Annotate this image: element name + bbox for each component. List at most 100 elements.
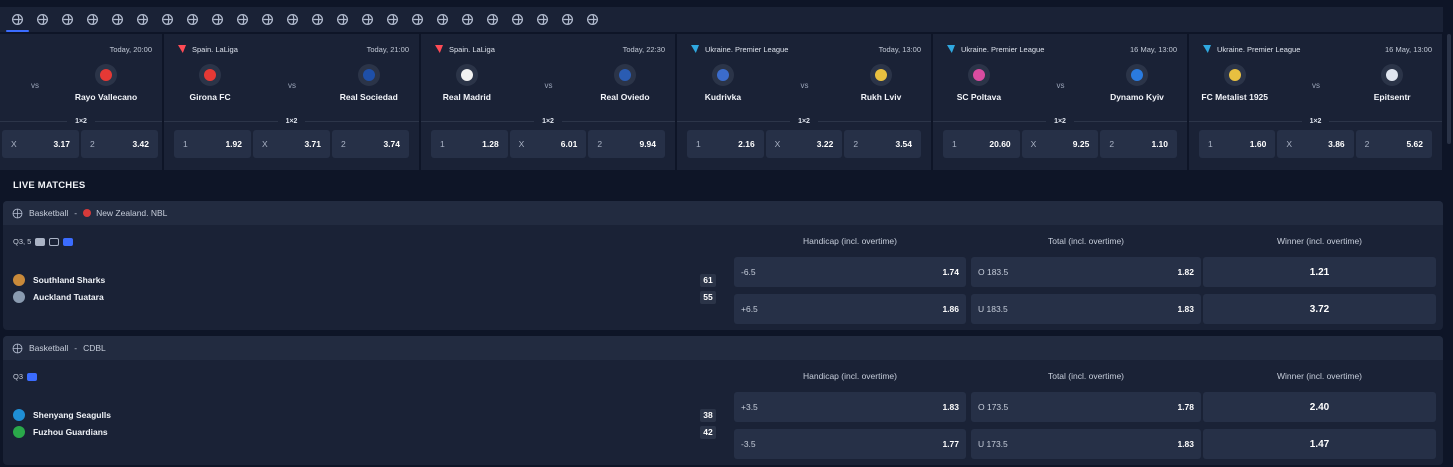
basketball-icon	[12, 208, 23, 218]
sport-name: Basketball	[29, 208, 69, 218]
odds-button[interactable]: 1 1.28	[431, 130, 508, 158]
odds-button[interactable]: 2 9.94	[588, 130, 666, 158]
top-match-card[interactable]: Ukraine. Premier League 16 May, 13:00 SC P…	[933, 34, 1188, 170]
top-match-card[interactable]: Ukraine. Premier League Today, 13:00 Kudri…	[677, 34, 932, 170]
badminton-icon[interactable]	[255, 7, 280, 32]
winner-odds-button[interactable]: 1.21	[1203, 257, 1436, 287]
tennis-icon[interactable]	[55, 7, 80, 32]
top-match-card[interactable]: Ukraine. Premier League 16 May, 13:00 FC M…	[1189, 34, 1443, 170]
baseball-icon[interactable]	[130, 7, 155, 32]
match-date: Today, 22:30	[622, 44, 665, 54]
esports-icon[interactable]	[480, 7, 505, 32]
winner-odds-button[interactable]: 2.40	[1203, 392, 1436, 422]
stats-icon[interactable]	[63, 237, 74, 246]
odds-button[interactable]: X 3.71	[253, 130, 330, 158]
vs-label: vs	[800, 81, 809, 90]
winner-odds-button[interactable]: 1.47	[1203, 429, 1436, 459]
odds-button[interactable]: 2 3.42	[81, 130, 158, 158]
odds-button[interactable]: X 3.86	[1277, 130, 1354, 158]
team-logo-icon	[870, 64, 892, 86]
market-column-header: Winner (incl. overtime)	[1276, 236, 1363, 246]
league-icon	[178, 45, 186, 53]
winner-odds-button[interactable]: 3.72	[1203, 294, 1436, 324]
handicap-odds-button[interactable]: +3.5 1.83	[734, 392, 966, 422]
cricket-icon[interactable]	[230, 7, 255, 32]
live-match-row[interactable]: Q3, 5 Southland Sharks 61 Auckland Tuatara 5…	[3, 225, 1443, 330]
odds-button[interactable]: X 3.22	[765, 130, 843, 158]
card-header: Spain. LaLiga Today, 21:00	[178, 43, 409, 55]
card-header: Ukraine. Premier League 16 May, 13:00	[1203, 43, 1432, 55]
team-logo-icon	[13, 274, 25, 286]
golf-icon[interactable]	[455, 7, 480, 32]
odds-button[interactable]: 1 1.60	[1199, 130, 1276, 158]
scrollbar-thumb[interactable]	[1447, 34, 1451, 144]
total-odds-button[interactable]: U 173.5 1.83	[971, 429, 1201, 459]
odds-row: X 3.17 2 3.42	[2, 130, 158, 158]
video-icon[interactable]	[35, 237, 46, 246]
card-header: Spain. LaLiga Today, 22:30	[435, 43, 665, 55]
league-icon	[1203, 45, 1211, 53]
odds-button[interactable]: 2 5.62	[1355, 130, 1432, 158]
vs-label: vs	[1312, 81, 1320, 90]
team-logo-icon	[1223, 64, 1246, 86]
live-match-row[interactable]: Q3 Shenyang Seagulls 38 Fuzhou Guardians 42 H…	[3, 360, 1443, 465]
water-polo-icon[interactable]	[380, 7, 405, 32]
odds-button[interactable]: 1 20.60	[943, 130, 1020, 158]
vs-label: vs	[544, 81, 553, 90]
page-scrollbar[interactable]	[1444, 34, 1453, 467]
away-team: Dynamo Kyiv	[1092, 64, 1182, 102]
handicap-odds-button[interactable]: -6.5 1.74	[734, 257, 966, 287]
team-score: 61	[700, 274, 716, 287]
team-name: Shenyang Seagulls	[13, 408, 111, 422]
odds-button[interactable]: 1 2.16	[687, 130, 764, 158]
team-name: Fuzhou Guardians	[13, 425, 108, 439]
market-label: 1×2	[164, 115, 419, 127]
chess-icon[interactable]	[505, 7, 530, 32]
odds-button[interactable]: X 6.01	[509, 130, 587, 158]
odds-button[interactable]: 1 1.92	[174, 130, 251, 158]
handball-icon[interactable]	[205, 7, 230, 32]
rugby-icon[interactable]	[305, 7, 330, 32]
futsal-icon[interactable]	[355, 7, 380, 32]
total-odds-button[interactable]: O 173.5 1.78	[971, 392, 1201, 422]
league-header[interactable]: Basketball - CDBL	[3, 336, 1443, 360]
american-football-icon[interactable]	[180, 7, 205, 32]
market-label: 1×2	[677, 115, 931, 127]
odds-button[interactable]: X 3.17	[2, 130, 79, 158]
total-odds-button[interactable]: O 183.5 1.82	[971, 257, 1201, 287]
top-match-card[interactable]: Today, 20:00 vs Rayo Vallecano 1×2 X 3.17 2 3.4…	[0, 34, 163, 170]
odds-button[interactable]: 2 3.74	[332, 130, 409, 158]
total-odds-button[interactable]: U 183.5 1.83	[971, 294, 1201, 324]
trophy-icon[interactable]	[530, 7, 555, 32]
odds-button[interactable]: 2 1.10	[1100, 130, 1178, 158]
basketball-icon[interactable]	[30, 7, 55, 32]
snooker-icon[interactable]	[405, 7, 430, 32]
vs-label: vs	[1056, 81, 1065, 90]
volleyball-icon[interactable]	[155, 7, 180, 32]
top-match-card[interactable]: Spain. LaLiga Today, 22:30 Real Madrid vs Re…	[421, 34, 676, 170]
team-logo-icon	[711, 64, 734, 86]
league-header[interactable]: Basketball - New Zealand. NBL	[3, 201, 1443, 225]
scoreboard-icon[interactable]	[49, 237, 60, 246]
handicap-odds-button[interactable]: +6.5 1.86	[734, 294, 966, 324]
home-team: Real Madrid	[422, 64, 512, 102]
match-date: Today, 13:00	[878, 44, 921, 54]
odds-button[interactable]: 2 3.54	[844, 130, 922, 158]
market-label: 1×2	[0, 115, 162, 127]
odds-button[interactable]: X 9.25	[1021, 130, 1099, 158]
cycling-icon[interactable]	[555, 7, 580, 32]
bicycle-icon[interactable]	[580, 7, 605, 32]
darts-icon[interactable]	[280, 7, 305, 32]
stats-icon[interactable]	[27, 372, 38, 381]
market-column-header: Total (incl. overtime)	[1047, 236, 1125, 246]
live-matches-title: LIVE MATCHES	[13, 180, 86, 191]
market-column-header: Handicap (incl. overtime)	[802, 236, 897, 246]
handicap-odds-button[interactable]: -3.5 1.77	[734, 429, 966, 459]
top-match-card[interactable]: Spain. LaLiga Today, 21:00 Girona FC vs Real…	[164, 34, 420, 170]
table-tennis-icon[interactable]	[105, 7, 130, 32]
ice-hockey-icon[interactable]	[80, 7, 105, 32]
card-header: Ukraine. Premier League Today, 13:00	[691, 43, 921, 55]
hockey-stick-icon[interactable]	[430, 7, 455, 32]
boxing-icon[interactable]	[330, 7, 355, 32]
soccer-icon[interactable]	[5, 7, 30, 32]
